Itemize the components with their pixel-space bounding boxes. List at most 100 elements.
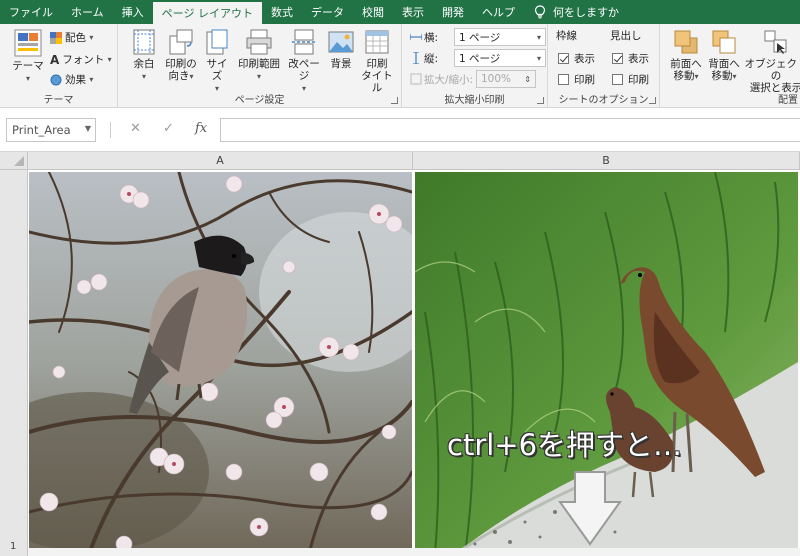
selection-label-1: オブジェクトの	[744, 58, 800, 82]
height-dropdown[interactable]: 1 ページ ▾	[454, 49, 546, 67]
group-label-page-setup: ページ設定	[234, 95, 285, 106]
height-row: 縦: 1 ページ ▾	[410, 49, 546, 67]
theme-fonts-button[interactable]: A フォント ▾	[50, 52, 112, 67]
font-a-icon: A	[50, 52, 60, 67]
tab-page-layout[interactable]: ページ レイアウト	[152, 2, 262, 24]
formula-input[interactable]	[220, 118, 800, 142]
column-header-a[interactable]: A	[28, 152, 413, 170]
tab-help[interactable]: ヘルプ	[473, 0, 524, 24]
breaks-label: 改ページ	[288, 58, 320, 82]
gridlines-header: 枠線	[556, 30, 577, 42]
cancel-icon[interactable]: ✕	[130, 121, 141, 136]
page-size-icon	[206, 29, 228, 55]
chevron-down-icon[interactable]: ▼	[85, 124, 91, 133]
enter-icon[interactable]: ✓	[163, 121, 174, 136]
height-value: 1 ページ	[459, 52, 501, 65]
margins-button[interactable]: 余白 ▾	[128, 28, 160, 83]
group-arrange: 前面へ移動▾ 背面へ移動▾ オブジェクトの選択と表示 配置	[660, 24, 800, 108]
background-button[interactable]: 背景	[326, 28, 356, 70]
column-header-b[interactable]: B	[413, 152, 800, 170]
orientation-button[interactable]: 印刷の 向き▾	[162, 28, 200, 83]
print-titles-button[interactable]: 印刷 タイトル	[358, 28, 396, 94]
gridlines-view-label: 表示	[574, 53, 595, 65]
ribbon-tab-bar: ファイル ホーム 挿入 ページ レイアウト 数式 データ 校閲 表示 開発 ヘル…	[0, 0, 800, 24]
size-label: サイズ	[206, 58, 228, 82]
themes-button[interactable]: テーマ ▾	[8, 28, 48, 85]
palette-icon	[50, 31, 62, 44]
tab-developer[interactable]: 開発	[433, 0, 473, 24]
pheasant-image	[415, 172, 798, 554]
tab-view[interactable]: 表示	[393, 0, 433, 24]
margins-icon	[133, 29, 155, 55]
tab-review[interactable]: 校閲	[353, 0, 393, 24]
row-header[interactable]: 1	[0, 170, 28, 556]
insert-function-icon[interactable]: fx	[195, 121, 207, 136]
effects-icon	[50, 74, 62, 85]
bullfinch-image	[29, 172, 412, 554]
group-scale-to-fit: 横: 1 ページ ▾ 縦: 1 ページ ▾ 拡大/縮小: 100% ⇕ 拡大縮小印刷	[402, 24, 548, 108]
group-label-sheet-options: シートのオプション	[558, 95, 649, 106]
row-number-1: 1	[10, 541, 17, 552]
width-label: 横:	[424, 31, 439, 44]
scale-value: 100%	[481, 73, 512, 85]
scale-launcher[interactable]	[537, 97, 544, 104]
print-area-button[interactable]: 印刷範囲 ▾	[234, 28, 284, 83]
selection-pane-button[interactable]: オブジェクトの選択と表示	[744, 28, 800, 94]
scale-label: 拡大/縮小:	[424, 73, 474, 86]
tab-data[interactable]: データ	[302, 0, 353, 24]
send-backward-label-2: 移動	[711, 70, 733, 82]
page-setup-launcher[interactable]	[391, 97, 398, 104]
tab-file[interactable]: ファイル	[0, 0, 62, 24]
bring-forward-label-1: 前面へ	[670, 58, 702, 70]
sheet-tab-strip	[28, 548, 800, 556]
pheasant-photo[interactable]	[415, 172, 798, 554]
size-button[interactable]: サイズ ▾	[202, 28, 232, 95]
width-dropdown[interactable]: 1 ページ ▾	[454, 28, 546, 46]
selection-pane-icon	[764, 30, 787, 54]
scale-spinner[interactable]: 100% ⇕	[476, 70, 536, 88]
group-page-setup: 余白 ▾ 印刷の 向き▾ サイズ ▾ 印刷範囲 ▾ 改ページ ▾ 背景 印刷 タ…	[118, 24, 402, 108]
theme-colors-label: 配色	[65, 32, 86, 44]
width-row: 横: 1 ページ ▾	[410, 28, 546, 46]
height-icon	[413, 52, 419, 64]
send-backward-label-1: 背面へ	[708, 58, 740, 70]
instruction-caption: ctrl+6を押すと…	[447, 428, 683, 462]
headings-view-label: 表示	[628, 53, 649, 65]
name-box-value: Print_Area	[12, 123, 71, 137]
tab-formulas[interactable]: 数式	[262, 0, 302, 24]
breaks-button[interactable]: 改ページ ▾	[284, 28, 324, 95]
tell-me-search[interactable]: 何をしますか	[524, 0, 628, 24]
theme-fonts-label: フォント	[62, 54, 105, 66]
group-label-scale: 拡大縮小印刷	[444, 95, 505, 106]
headings-view-checkbox[interactable]: 表示	[612, 51, 649, 66]
gridlines-print-checkbox[interactable]: 印刷	[558, 72, 595, 87]
group-label-themes: テーマ	[43, 95, 74, 106]
theme-colors-button[interactable]: 配色 ▾	[50, 30, 93, 45]
group-sheet-options: 枠線 見出し 表示 印刷 表示 印刷 シートのオプション	[548, 24, 660, 108]
print-area-label: 印刷範囲	[238, 58, 280, 70]
checkbox-checked-icon	[558, 53, 569, 64]
scale-icon	[410, 73, 422, 85]
gridlines-view-checkbox[interactable]: 表示	[558, 51, 595, 66]
page-break-icon	[292, 29, 316, 55]
checkbox-unchecked-icon	[558, 74, 569, 85]
select-all-button[interactable]	[0, 152, 28, 170]
bring-forward-button[interactable]: 前面へ 移動▾	[666, 28, 706, 83]
theme-effects-button[interactable]: 効果 ▾	[50, 72, 93, 87]
bring-forward-icon	[674, 30, 698, 54]
sheet-options-launcher[interactable]	[649, 97, 656, 104]
headings-print-checkbox[interactable]: 印刷	[612, 72, 649, 87]
orientation-icon	[169, 29, 193, 55]
margins-label: 余白	[133, 58, 155, 70]
send-backward-icon	[712, 30, 736, 54]
tab-home[interactable]: ホーム	[62, 0, 113, 24]
send-backward-button[interactable]: 背面へ 移動▾	[704, 28, 744, 83]
height-label: 縦:	[424, 52, 439, 65]
name-box[interactable]: Print_Area ▼	[6, 118, 96, 142]
background-label: 背景	[330, 58, 352, 70]
tell-me-label: 何をしますか	[552, 6, 619, 19]
bullfinch-photo[interactable]	[29, 172, 412, 554]
background-image-icon	[328, 31, 354, 53]
print-titles-label-1: 印刷	[366, 58, 388, 70]
tab-insert[interactable]: 挿入	[113, 0, 153, 24]
